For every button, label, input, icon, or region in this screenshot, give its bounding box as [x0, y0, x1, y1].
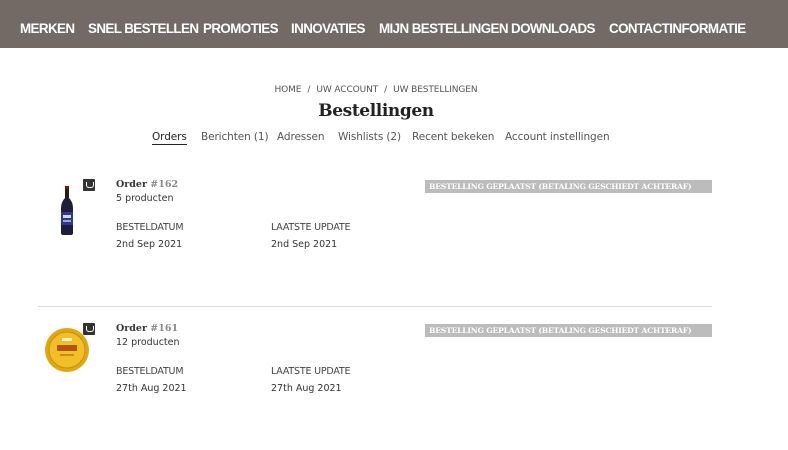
- badge-icon: [83, 179, 95, 191]
- nav-item-promoties[interactable]: PROMOTIES: [203, 0, 279, 48]
- nav-item-merken[interactable]: MERKEN: [20, 0, 75, 48]
- badge-icon: [83, 323, 95, 335]
- breadcrumb-separator: /: [384, 85, 388, 95]
- nav-item-innovaties[interactable]: INNOVATIES: [291, 0, 365, 48]
- status-badge: BESTELLING GEPLAATST (BETALING GESCHIEDT…: [425, 180, 712, 193]
- breadcrumb-account[interactable]: UW ACCOUNT: [316, 85, 378, 95]
- product-count: 5 producten: [116, 193, 174, 204]
- nav-item-contactinformatie[interactable]: CONTACTINFORMATIE: [609, 0, 746, 48]
- order-title-prefix: Order: [116, 179, 151, 190]
- order-card: Order #161 12 producten BESTELLING GEPLA…: [0, 320, 788, 450]
- order-divider: [38, 306, 712, 307]
- order-title[interactable]: Order #161: [116, 323, 178, 334]
- tab-account-instellingen[interactable]: Account instellingen: [505, 131, 610, 143]
- order-date-value: 2nd Sep 2021: [116, 239, 183, 250]
- breadcrumb-separator: /: [307, 85, 311, 95]
- page-title: Bestellingen: [318, 101, 434, 121]
- order-date-label: BESTELDATUM: [116, 222, 184, 233]
- order-title[interactable]: Order #162: [116, 179, 178, 190]
- last-update-value: 27th Aug 2021: [271, 383, 342, 394]
- last-update-value: 2nd Sep 2021: [271, 239, 338, 250]
- top-navigation: MERKEN SNEL BESTELLEN PROMOTIES INNOVATI…: [0, 0, 788, 48]
- breadcrumb: HOME / UW ACCOUNT / UW BESTELLINGEN: [0, 85, 752, 95]
- nav-item-downloads[interactable]: DOWNLOADS: [511, 0, 595, 48]
- last-update-label: LAATSTE UPDATE: [271, 366, 351, 377]
- tab-wishlists[interactable]: Wishlists (2): [338, 131, 401, 143]
- status-badge: BESTELLING GEPLAATST (BETALING GESCHIEDT…: [425, 324, 712, 337]
- breadcrumb-home[interactable]: HOME: [274, 85, 301, 95]
- order-date-value: 27th Aug 2021: [116, 383, 187, 394]
- tab-orders[interactable]: Orders: [152, 131, 187, 145]
- last-update-label: LAATSTE UPDATE: [271, 222, 351, 233]
- order-number: #162: [150, 179, 179, 190]
- tab-recent-bekeken[interactable]: Recent bekeken: [412, 131, 494, 143]
- order-title-prefix: Order: [116, 323, 151, 334]
- breadcrumb-orders[interactable]: UW BESTELLINGEN: [393, 85, 478, 95]
- product-count: 12 producten: [116, 337, 180, 348]
- order-number: #161: [150, 323, 179, 334]
- beer-bottle-icon[interactable]: [58, 186, 76, 236]
- order-date-label: BESTELDATUM: [116, 366, 184, 377]
- nav-item-snel-bestellen[interactable]: SNEL BESTELLEN: [88, 0, 199, 48]
- tab-berichten[interactable]: Berichten (1): [201, 131, 269, 143]
- tab-adressen[interactable]: Adressen: [277, 131, 325, 143]
- order-card: Order #162 5 producten BESTELLING GEPLAA…: [0, 176, 788, 306]
- nav-item-mijn-bestellingen[interactable]: MIJN BESTELLINGEN: [379, 0, 509, 48]
